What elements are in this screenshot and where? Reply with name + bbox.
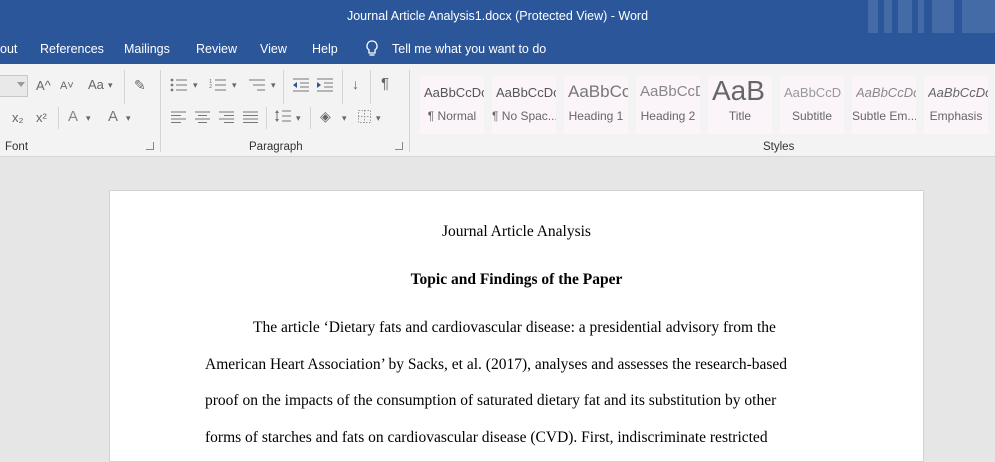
- style-label: Heading 1: [568, 109, 624, 123]
- divider: [266, 107, 267, 129]
- paragraph-line: proof on the impacts of the consumption …: [205, 392, 777, 409]
- line-spacing-icon[interactable]: [274, 109, 292, 128]
- tab-references[interactable]: References: [40, 42, 104, 56]
- chevron-down-icon: ▾: [342, 113, 347, 123]
- font-group-label: Font: [5, 141, 29, 153]
- bullets-icon[interactable]: [170, 78, 188, 97]
- divider: [370, 70, 371, 104]
- chevron-down-icon: ▾: [126, 113, 131, 123]
- show-formatting-marks-icon[interactable]: ¶: [381, 76, 389, 92]
- tab-mailings[interactable]: Mailings: [124, 42, 170, 56]
- divider: [283, 70, 284, 104]
- ribbon: A^ A˅ Aa ▾ ✎ x₂ x² A ▾ A ▾ Font ▾ 12 ▾ ▾…: [0, 64, 995, 157]
- style-subtle-emphasis[interactable]: AaBbCcDc Subtle Em...: [852, 76, 916, 134]
- chevron-down-icon: ▾: [193, 80, 198, 90]
- document-title: Journal Article Analysis: [442, 223, 591, 240]
- style-label: Title: [728, 109, 752, 123]
- increase-indent-icon[interactable]: [316, 78, 334, 97]
- style-no-spacing[interactable]: AaBbCcDc ¶ No Spac...: [492, 76, 556, 134]
- section-heading: Topic and Findings of the Paper: [410, 271, 623, 288]
- multilevel-list-icon[interactable]: [248, 78, 266, 97]
- superscript-icon[interactable]: x²: [36, 110, 47, 126]
- paragraph-line: forms of starches and fats on cardiovasc…: [205, 429, 768, 446]
- title-bar: Journal Article Analysis1.docx (Protecte…: [0, 0, 995, 33]
- chevron-down-icon: ▾: [86, 113, 91, 123]
- chevron-down-icon: ▾: [232, 80, 237, 90]
- divider: [58, 107, 59, 129]
- divider: [310, 107, 311, 129]
- style-preview: AaB: [712, 75, 765, 106]
- sort-icon[interactable]: ↓: [352, 76, 359, 92]
- numbering-icon[interactable]: 12: [209, 78, 227, 97]
- style-label: Emphasis: [929, 109, 983, 123]
- font-dialog-launcher-icon[interactable]: [146, 142, 154, 150]
- style-heading-1[interactable]: AaBbCc Heading 1: [564, 76, 628, 134]
- style-label: Subtle Em...: [852, 109, 916, 123]
- change-case-icon[interactable]: Aa: [88, 77, 104, 93]
- borders-icon[interactable]: [358, 110, 371, 128]
- style-preview: AaBbCcDc: [424, 85, 484, 100]
- style-preview: AaBbCcD: [784, 85, 842, 100]
- tab-layout[interactable]: out: [0, 42, 17, 56]
- align-right-icon[interactable]: [219, 110, 234, 128]
- styles-group-label: Styles: [763, 141, 795, 153]
- justify-icon[interactable]: [243, 110, 258, 128]
- chevron-down-icon: [17, 82, 25, 87]
- lightbulb-icon[interactable]: [365, 40, 379, 61]
- tell-me-search[interactable]: Tell me what you want to do: [392, 42, 546, 56]
- style-label: Heading 2: [640, 109, 696, 123]
- group-separator: [409, 70, 410, 152]
- chevron-down-icon: ▾: [296, 113, 301, 123]
- style-preview: AaBbCc: [568, 82, 628, 101]
- tab-review[interactable]: Review: [196, 42, 237, 56]
- tab-help[interactable]: Help: [312, 42, 338, 56]
- style-label: ¶ Normal: [427, 109, 477, 123]
- style-preview: AaBbCcDc: [496, 85, 556, 100]
- style-heading-2[interactable]: AaBbCcD Heading 2: [636, 76, 700, 134]
- chevron-down-icon: ▾: [376, 113, 381, 123]
- decrease-indent-icon[interactable]: [292, 78, 310, 97]
- style-preview: AaBbCcD: [640, 83, 700, 100]
- subscript-icon[interactable]: x₂: [12, 110, 24, 126]
- window-title: Journal Article Analysis1.docx (Protecte…: [346, 9, 649, 23]
- paragraph-group-label: Paragraph: [249, 141, 303, 153]
- tab-view[interactable]: View: [260, 42, 287, 56]
- style-subtitle[interactable]: AaBbCcD Subtitle: [780, 76, 844, 134]
- align-center-icon[interactable]: [195, 110, 210, 128]
- style-title[interactable]: AaB Title: [708, 75, 772, 134]
- divider: [342, 70, 343, 104]
- divider: [124, 70, 125, 104]
- style-preview: AaBbCcDc: [928, 85, 988, 100]
- style-normal[interactable]: AaBbCcDc ¶ Normal: [420, 76, 484, 134]
- paragraph-dialog-launcher-icon[interactable]: [395, 142, 403, 150]
- text-effects-icon[interactable]: A: [68, 109, 78, 125]
- paragraph-line: The article ‘Dietary fats and cardiovasc…: [253, 319, 776, 336]
- style-preview: AaBbCcDc: [856, 85, 916, 100]
- font-size-box[interactable]: [0, 75, 28, 97]
- style-label: ¶ No Spac...: [492, 109, 556, 123]
- chevron-down-icon: ▾: [271, 80, 276, 90]
- align-left-icon[interactable]: [171, 110, 186, 128]
- font-color-icon[interactable]: A: [108, 109, 118, 125]
- shading-icon[interactable]: ◈: [320, 108, 331, 124]
- clear-formatting-icon[interactable]: ✎: [134, 77, 146, 93]
- paragraph-line: American Heart Association’ by Sacks, et…: [205, 356, 788, 373]
- shrink-font-icon[interactable]: A˅: [60, 78, 74, 94]
- style-emphasis[interactable]: AaBbCcDc Emphasis: [924, 76, 988, 134]
- group-separator: [160, 70, 161, 152]
- style-label: Subtitle: [791, 109, 833, 123]
- grow-font-icon[interactable]: A^: [36, 78, 51, 94]
- ribbon-tabs: out References Mailings Review View Help…: [0, 33, 995, 64]
- svg-text:2: 2: [209, 84, 212, 90]
- chevron-down-icon: ▾: [108, 80, 113, 90]
- document-page[interactable]: Journal Article Analysis Topic and Findi…: [109, 190, 924, 462]
